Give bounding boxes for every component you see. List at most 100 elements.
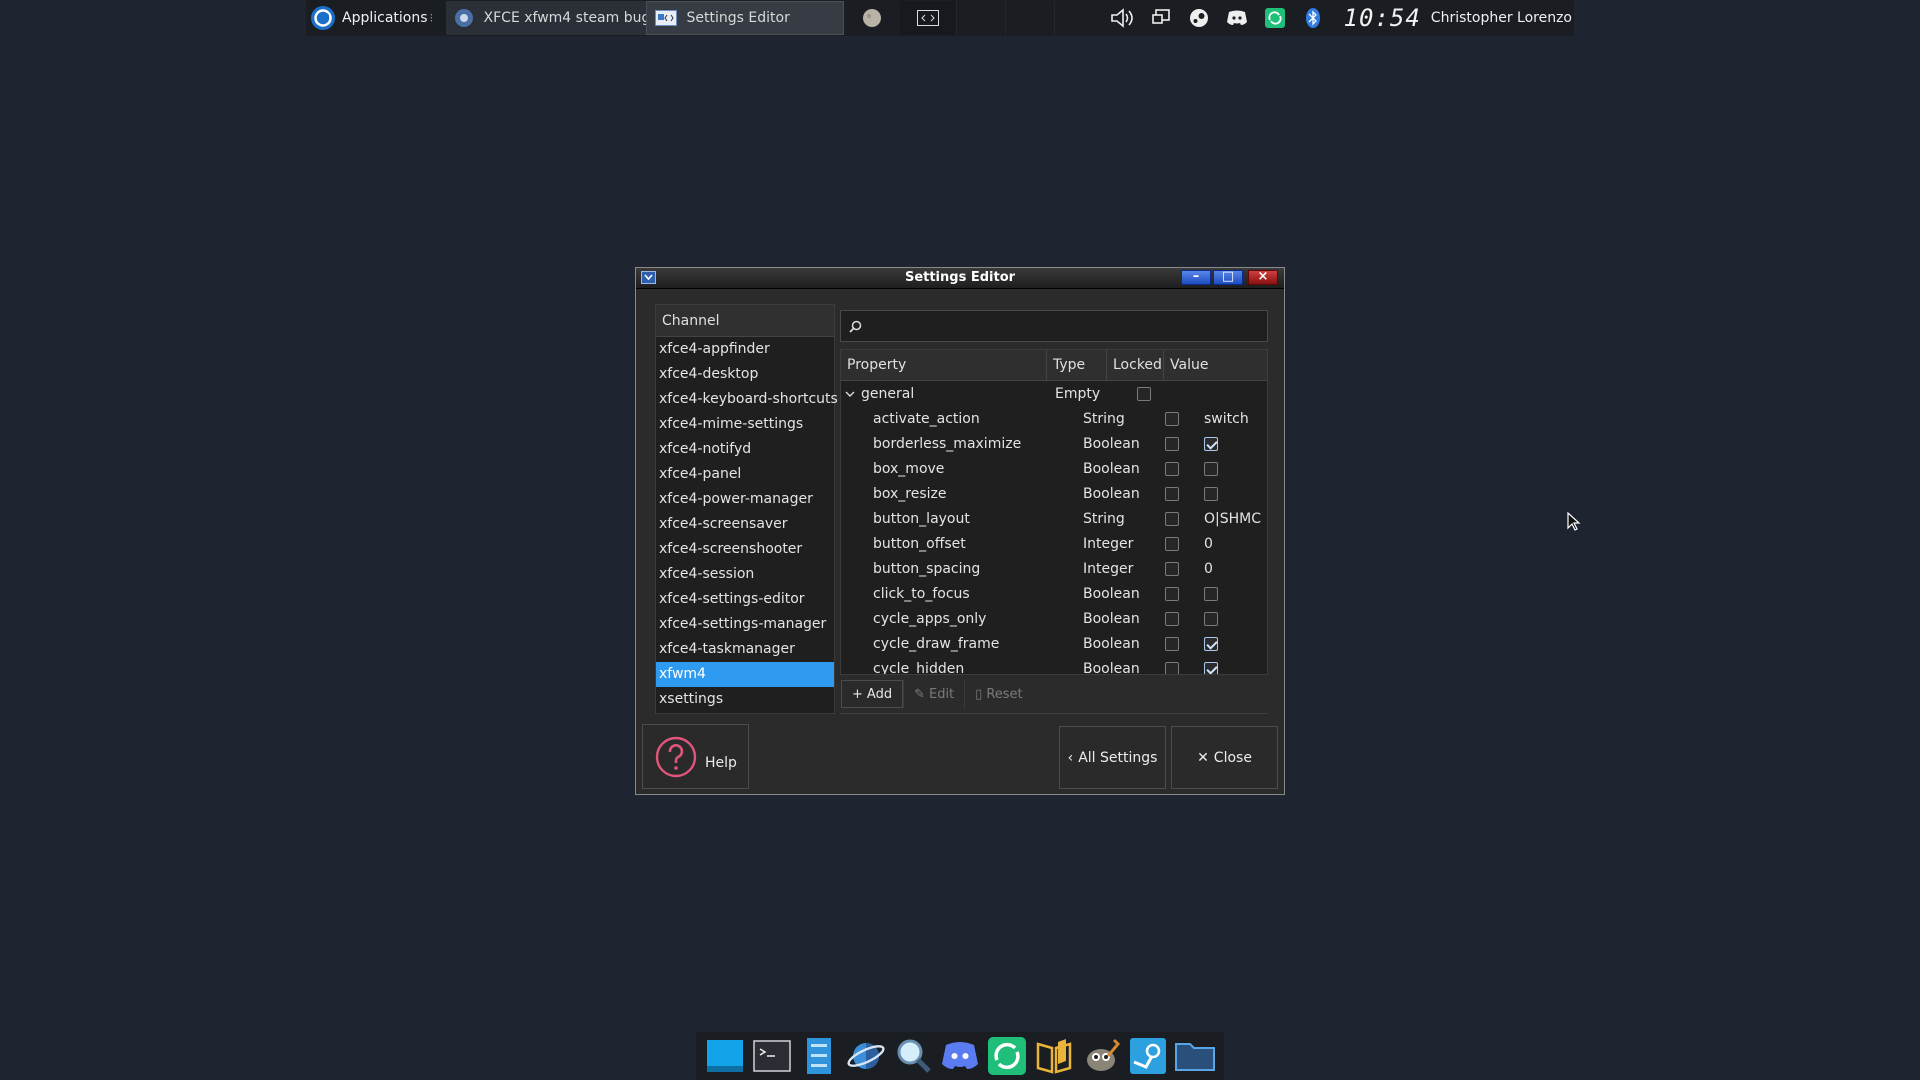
close-button[interactable]: ✕ Close: [1171, 726, 1278, 789]
edit-button[interactable]: ✎ Edit: [903, 680, 964, 708]
column-header-locked[interactable]: Locked: [1107, 350, 1164, 380]
property-value[interactable]: [1200, 436, 1267, 451]
search-input[interactable]: [868, 317, 1267, 335]
locked-checkbox[interactable]: [1164, 636, 1179, 651]
value-checkbox[interactable]: [1204, 486, 1218, 501]
search-box[interactable]: [840, 310, 1268, 342]
table-row[interactable]: cycle_apps_only Boolean: [841, 606, 1267, 631]
channel-item[interactable]: xfce4-notifyd: [656, 437, 834, 462]
channel-item[interactable]: xfce4-taskmanager: [656, 637, 834, 662]
dock-item-discord[interactable]: [939, 1035, 981, 1077]
table-row[interactable]: button_spacing Integer 0: [841, 556, 1267, 581]
value-checkbox[interactable]: [1204, 661, 1218, 674]
dock-item-gimp[interactable]: [1080, 1035, 1122, 1077]
channel-item[interactable]: xfce4-appfinder: [656, 337, 834, 362]
dock-item-browser[interactable]: [845, 1035, 887, 1077]
taskbar-item-moon[interactable]: [844, 1, 900, 35]
column-header-type[interactable]: Type: [1047, 350, 1107, 380]
value-checkbox[interactable]: [1204, 636, 1218, 651]
dock-item-sync[interactable]: [986, 1035, 1028, 1077]
dock-item-steam[interactable]: [1127, 1035, 1169, 1077]
help-button[interactable]: Help: [642, 724, 749, 789]
property-value[interactable]: [1200, 461, 1267, 476]
user-name[interactable]: Christopher Lorenzo: [1431, 10, 1572, 26]
channel-item[interactable]: xsettings: [656, 687, 834, 712]
column-header-property[interactable]: Property: [841, 350, 1047, 380]
window-titlebar[interactable]: Settings Editor – □ ×: [636, 268, 1284, 289]
close-icon: ×: [1257, 269, 1269, 284]
dock-item-terminal[interactable]: [751, 1035, 793, 1077]
table-row[interactable]: click_to_focus Boolean: [841, 581, 1267, 606]
volume-icon[interactable]: [1104, 7, 1142, 29]
property-value[interactable]: [1200, 486, 1267, 501]
taskbar-item-code[interactable]: [899, 1, 956, 35]
taskbar-item-settings-editor[interactable]: Settings Editor: [645, 1, 844, 35]
display-icon[interactable]: [1142, 9, 1180, 27]
channel-item[interactable]: xfce4-screensaver: [656, 512, 834, 537]
dock-item-window-manager[interactable]: [704, 1035, 746, 1077]
taskbar-item-browser[interactable]: XFCE xfwm4 steam bug...: [445, 1, 646, 35]
channel-item[interactable]: xfce4-panel: [656, 462, 834, 487]
minimize-button[interactable]: –: [1181, 269, 1211, 285]
channel-item[interactable]: xfce4-keyboard-shortcuts: [656, 387, 838, 412]
steam-tray-icon[interactable]: [1180, 8, 1218, 28]
property-value[interactable]: [1200, 586, 1267, 601]
dock-item-book-reader[interactable]: [1033, 1035, 1075, 1077]
value-checkbox[interactable]: [1204, 436, 1218, 451]
column-header-value[interactable]: Value: [1164, 350, 1267, 380]
value-checkbox[interactable]: [1204, 461, 1218, 476]
channel-column-header[interactable]: Channel: [656, 305, 834, 337]
locked-checkbox[interactable]: [1164, 511, 1179, 526]
locked-checkbox[interactable]: [1164, 611, 1179, 626]
locked-checkbox[interactable]: [1164, 486, 1179, 501]
table-row[interactable]: box_resize Boolean: [841, 481, 1267, 506]
table-row[interactable]: button_layout String O|SHMC: [841, 506, 1267, 531]
channel-item[interactable]: xfce4-power-manager: [656, 487, 834, 512]
close-window-button[interactable]: ×: [1248, 269, 1278, 285]
applications-menu-button[interactable]: Applications ⁝: [306, 0, 442, 36]
maximize-button[interactable]: □: [1213, 269, 1243, 285]
property-value[interactable]: [1200, 636, 1267, 651]
sync-tray-icon[interactable]: [1256, 8, 1294, 28]
channel-item[interactable]: xfwm4: [656, 662, 834, 687]
chevron-down-icon[interactable]: [845, 389, 855, 399]
locked-checkbox[interactable]: [1164, 561, 1179, 576]
locked-checkbox[interactable]: [1164, 661, 1179, 674]
clock[interactable]: 10:54: [1344, 4, 1421, 32]
add-button[interactable]: + Add: [841, 680, 904, 708]
channel-item[interactable]: xfce4-settings-editor: [656, 587, 834, 612]
channel-item[interactable]: xfce4-desktop: [656, 362, 834, 387]
all-settings-button[interactable]: ‹ All Settings: [1059, 726, 1166, 789]
table-row[interactable]: cycle_draw_frame Boolean: [841, 631, 1267, 656]
locked-checkbox[interactable]: [1164, 436, 1179, 451]
locked-checkbox[interactable]: [1164, 411, 1179, 426]
table-row[interactable]: borderless_maximize Boolean: [841, 431, 1267, 456]
bluetooth-icon[interactable]: [1294, 8, 1332, 28]
dock-item-search[interactable]: [892, 1035, 934, 1077]
locked-checkbox[interactable]: [1164, 536, 1179, 551]
property-value[interactable]: 0: [1200, 561, 1267, 577]
channel-item[interactable]: xfce4-screenshooter: [656, 537, 834, 562]
discord-tray-icon[interactable]: [1218, 10, 1256, 26]
table-row[interactable]: box_move Boolean: [841, 456, 1267, 481]
property-value[interactable]: switch: [1200, 411, 1267, 427]
property-value[interactable]: [1200, 661, 1267, 674]
property-value[interactable]: [1200, 611, 1267, 626]
value-checkbox[interactable]: [1204, 586, 1218, 601]
table-row[interactable]: general Empty: [841, 381, 1267, 406]
dock-item-folder[interactable]: [1174, 1035, 1216, 1077]
locked-checkbox[interactable]: [1136, 386, 1151, 401]
table-row[interactable]: cycle_hidden Boolean: [841, 656, 1267, 674]
table-row[interactable]: button_offset Integer 0: [841, 531, 1267, 556]
table-row[interactable]: activate_action String switch: [841, 406, 1267, 431]
locked-checkbox[interactable]: [1164, 461, 1179, 476]
reset-button[interactable]: ▯ Reset: [964, 680, 1032, 708]
property-value[interactable]: 0: [1200, 536, 1267, 552]
value-checkbox[interactable]: [1204, 611, 1218, 626]
channel-item[interactable]: xfce4-settings-manager: [656, 612, 834, 637]
channel-item[interactable]: xfce4-mime-settings: [656, 412, 834, 437]
channel-item[interactable]: xfce4-session: [656, 562, 834, 587]
dock-item-file-manager[interactable]: [798, 1035, 840, 1077]
locked-checkbox[interactable]: [1164, 586, 1179, 601]
property-value[interactable]: O|SHMC: [1200, 511, 1267, 527]
